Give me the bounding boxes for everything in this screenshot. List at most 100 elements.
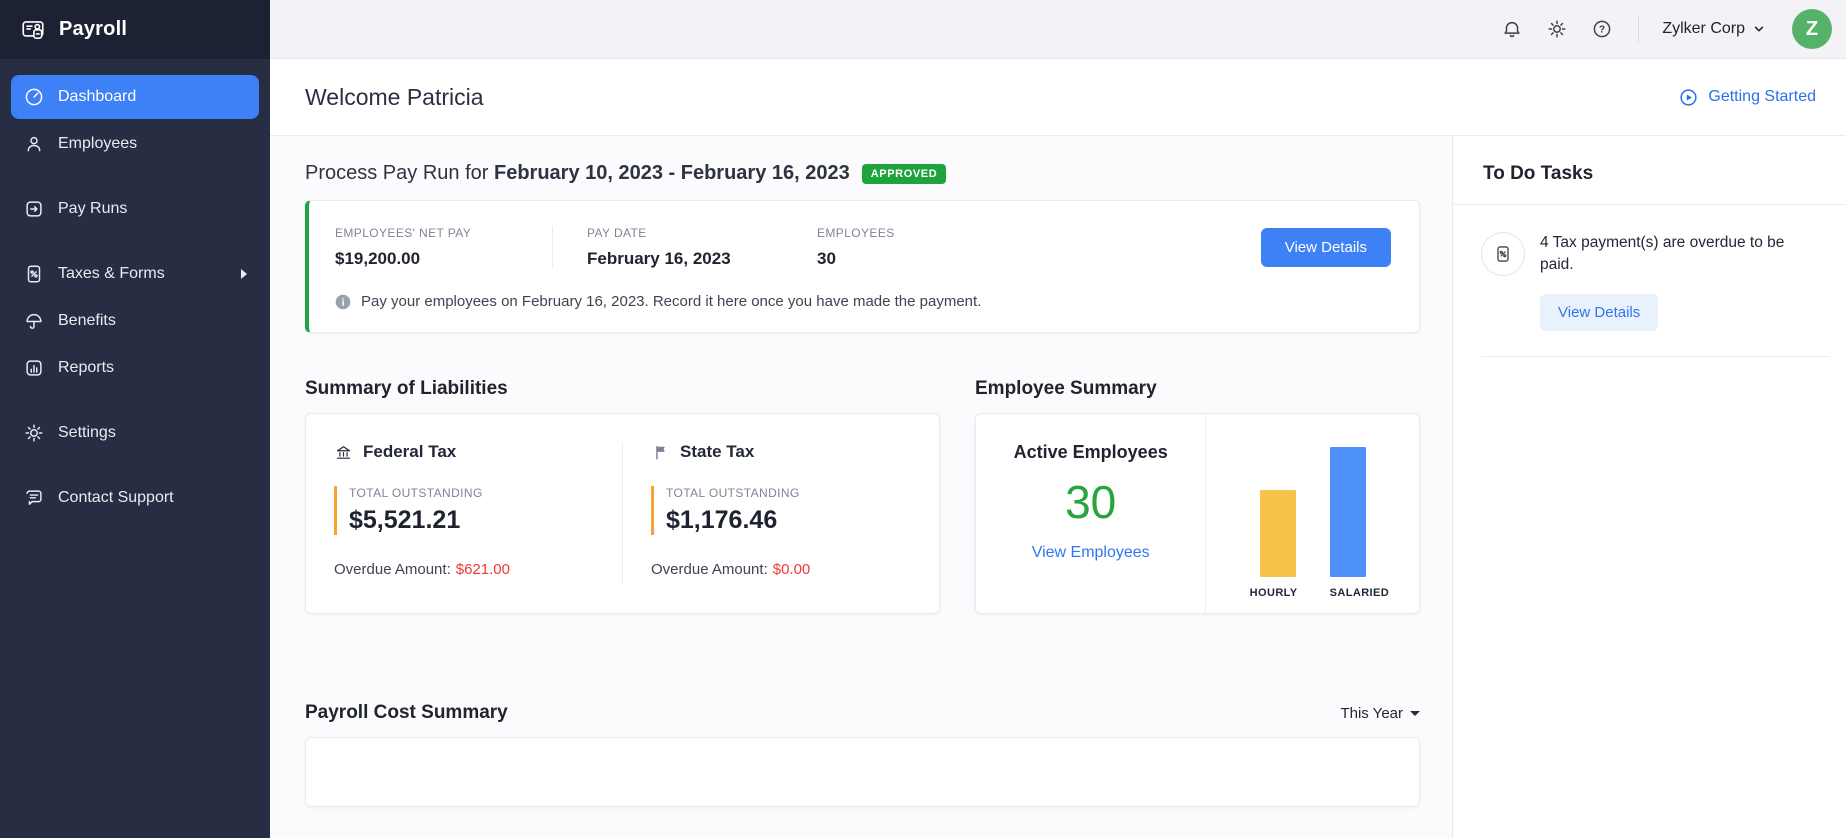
sidebar-item-label: Benefits <box>58 312 116 330</box>
approved-status-badge: APPROVED <box>862 164 947 184</box>
sidebar-item-label: Contact Support <box>58 489 174 507</box>
app-logo: Payroll <box>0 0 270 59</box>
stat-value: $19,200.00 <box>335 249 552 269</box>
settings-gear-icon <box>23 422 45 444</box>
range-label: This Year <box>1340 705 1403 722</box>
todo-divider <box>1481 356 1830 357</box>
tax-name: State Tax <box>680 442 754 462</box>
notifications-button[interactable] <box>1497 14 1527 44</box>
stat-pay-date: PAY DATE February 16, 2023 <box>587 226 817 269</box>
outstanding-amount: $1,176.46 <box>666 506 911 535</box>
topbar-divider <box>1638 16 1639 42</box>
payroll-logo-icon <box>20 17 46 43</box>
sidebar-item-dashboard[interactable]: Dashboard <box>11 75 259 119</box>
employee-summary-title: Employee Summary <box>975 378 1420 400</box>
sidebar-item-reports[interactable]: Reports <box>11 346 259 390</box>
overdue-row: Overdue Amount: $0.00 <box>651 561 911 578</box>
todo-panel: To Do Tasks 4 Tax payment(s) are overdue… <box>1452 136 1846 838</box>
payrun-card: EMPLOYEES' NET PAY $19,200.00 PAY DATE F… <box>305 200 1420 333</box>
stat-label: EMPLOYEES' NET PAY <box>335 226 552 240</box>
view-employees-link[interactable]: View Employees <box>1032 544 1150 562</box>
payrun-period: February 10, 2023 - February 16, 2023 <box>494 162 850 184</box>
svg-text:i: i <box>342 297 345 308</box>
sidebar-item-taxes-forms[interactable]: Taxes & Forms <box>11 252 259 296</box>
bar-label-hourly: HOURLY <box>1250 587 1296 599</box>
dashboard-icon <box>23 86 45 108</box>
sidebar-item-label: Dashboard <box>58 88 136 106</box>
play-circle-icon <box>1678 87 1699 108</box>
employee-summary-section: Employee Summary Active Employees 30 Vie… <box>975 378 1420 614</box>
stat-label: EMPLOYEES <box>817 226 895 240</box>
employees-icon <box>23 133 45 155</box>
federal-tax-block: Federal Tax TOTAL OUTSTANDING $5,521.21 … <box>306 442 623 585</box>
sidebar-item-benefits[interactable]: Benefits <box>11 299 259 343</box>
benefits-icon <box>23 310 45 332</box>
tax-name: Federal Tax <box>363 442 456 462</box>
overdue-row: Overdue Amount: $621.00 <box>334 561 594 578</box>
payrun-title-row: Process Pay Run for February 10, 2023 - … <box>305 162 1420 185</box>
active-employees-count: 30 <box>1065 475 1116 529</box>
topbar: ? Zylker Corp Z <box>270 0 1846 59</box>
bar-hourly <box>1260 490 1296 577</box>
pay-runs-icon <box>23 198 45 220</box>
contact-support-icon <box>23 487 45 509</box>
getting-started-link[interactable]: Getting Started <box>1678 87 1816 108</box>
payrun-info-text: Pay your employees on February 16, 2023.… <box>361 293 981 310</box>
overdue-label: Overdue Amount: <box>334 561 451 578</box>
sidebar-item-label: Reports <box>58 359 114 377</box>
todo-title: To Do Tasks <box>1483 163 1816 185</box>
flag-icon <box>651 443 670 462</box>
overdue-amount: $0.00 <box>773 561 811 578</box>
stat-value: February 16, 2023 <box>587 249 817 269</box>
outstanding-amount: $5,521.21 <box>349 506 594 535</box>
sidebar-item-label: Pay Runs <box>58 200 127 218</box>
payroll-cost-title: Payroll Cost Summary <box>305 702 508 724</box>
help-button[interactable]: ? <box>1587 14 1617 44</box>
sidebar: Payroll Dashboard Employees <box>0 0 270 838</box>
active-employees-label: Active Employees <box>1014 442 1168 463</box>
outstanding-block: TOTAL OUTSTANDING $5,521.21 <box>334 486 594 535</box>
view-details-button[interactable]: View Details <box>1261 228 1391 267</box>
caret-down-icon <box>1410 711 1420 716</box>
stat-net-pay: EMPLOYEES' NET PAY $19,200.00 <box>335 226 553 269</box>
sidebar-item-label: Employees <box>58 135 137 153</box>
help-icon: ? <box>1591 18 1613 40</box>
task-view-details-button[interactable]: View Details <box>1540 294 1658 331</box>
liabilities-title: Summary of Liabilities <box>305 378 940 400</box>
sidebar-item-employees[interactable]: Employees <box>11 122 259 166</box>
task-icon-circle <box>1481 232 1525 276</box>
outstanding-label: TOTAL OUTSTANDING <box>349 486 594 500</box>
tax-document-icon <box>1493 244 1513 264</box>
chevron-right-icon <box>241 269 247 279</box>
dashboard-main: Process Pay Run for February 10, 2023 - … <box>270 136 1452 838</box>
payroll-cost-card <box>305 737 1420 807</box>
overdue-amount: $621.00 <box>456 561 510 578</box>
info-icon: i <box>335 294 351 310</box>
task-text: 4 Tax payment(s) are overdue to be paid. <box>1540 232 1818 277</box>
state-tax-block: State Tax TOTAL OUTSTANDING $1,176.46 Ov… <box>623 442 939 585</box>
bar-salaried <box>1330 447 1366 577</box>
welcome-header: Welcome Patricia Getting Started <box>270 59 1846 136</box>
sidebar-item-pay-runs[interactable]: Pay Runs <box>11 187 259 231</box>
overdue-label: Overdue Amount: <box>651 561 768 578</box>
employee-summary-card: Active Employees 30 View Employees HOURL… <box>975 413 1420 614</box>
outstanding-label: TOTAL OUTSTANDING <box>666 486 911 500</box>
taxes-forms-icon <box>23 263 45 285</box>
sidebar-item-label: Settings <box>58 424 116 442</box>
reports-icon <box>23 357 45 379</box>
settings-button[interactable] <box>1542 14 1572 44</box>
sidebar-item-label: Taxes & Forms <box>58 265 165 283</box>
todo-task: 4 Tax payment(s) are overdue to be paid.… <box>1453 205 1846 331</box>
payrun-title: Process Pay Run for February 10, 2023 - … <box>305 162 850 185</box>
org-switcher[interactable]: Zylker Corp <box>1662 20 1765 38</box>
bank-icon <box>334 443 353 462</box>
user-avatar[interactable]: Z <box>1792 9 1832 49</box>
sidebar-item-settings[interactable]: Settings <box>11 411 259 455</box>
employee-bar-chart: HOURLY SALARIED <box>1206 414 1419 613</box>
liabilities-section: Summary of Liabilities Federal <box>305 378 940 614</box>
sidebar-item-contact-support[interactable]: Contact Support <box>11 476 259 520</box>
getting-started-label: Getting Started <box>1708 88 1816 106</box>
bar-label-salaried: SALARIED <box>1330 587 1376 599</box>
range-dropdown[interactable]: This Year <box>1340 705 1420 722</box>
chevron-down-icon <box>1753 23 1765 35</box>
